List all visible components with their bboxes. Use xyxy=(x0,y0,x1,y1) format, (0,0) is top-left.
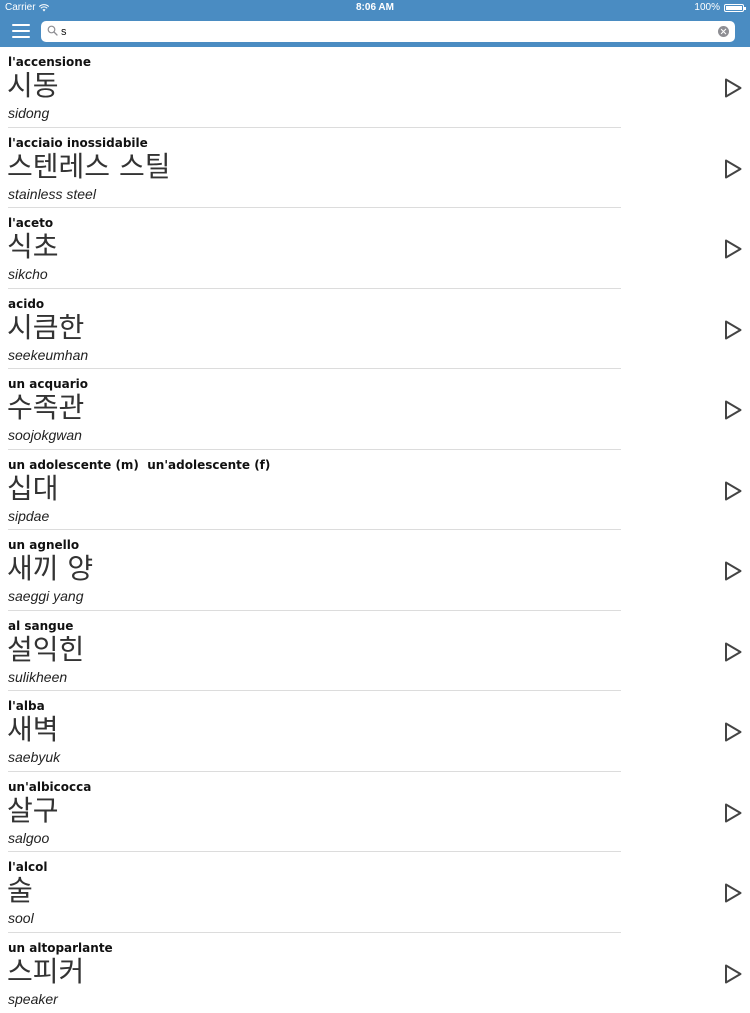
menu-button[interactable] xyxy=(12,22,34,40)
korean-term: 새벽 xyxy=(7,713,59,747)
results-list: l'accensione시동 sidong l'acciaio inossidabi… xyxy=(0,47,750,1013)
romanization: sikcho xyxy=(8,266,48,282)
search-icon xyxy=(47,25,58,36)
play-icon[interactable] xyxy=(723,158,743,180)
play-icon[interactable] xyxy=(723,238,743,260)
search-bar[interactable] xyxy=(41,21,735,42)
italian-term: l'accensione xyxy=(8,55,91,69)
italian-term: al sangue xyxy=(8,619,73,633)
menu-icon-line-3 xyxy=(12,36,30,38)
list-item[interactable]: l'alba새벽 saebyuk xyxy=(0,691,750,772)
romanization: speaker xyxy=(8,991,58,1007)
korean-term: 새끼 양 xyxy=(7,552,93,586)
play-icon[interactable] xyxy=(723,319,743,341)
italian-term: un acquario xyxy=(8,377,88,391)
list-item[interactable]: un acquario수족관 soojokgwan xyxy=(0,369,750,450)
romanization: seekeumhan xyxy=(8,347,88,363)
italian-term: l'acciaio inossidabile xyxy=(8,136,148,150)
romanization: sidong xyxy=(8,105,49,121)
romanization: saeggi yang xyxy=(8,588,84,604)
korean-term: 술 xyxy=(7,874,33,908)
romanization: soojokgwan xyxy=(8,427,82,443)
korean-term: 식초 xyxy=(7,230,59,264)
korean-term: 스피커 xyxy=(7,955,84,989)
romanization: sipdae xyxy=(8,508,49,524)
italian-term: l'aceto xyxy=(8,216,53,230)
italian-term: un altoparlante xyxy=(8,941,113,955)
list-item[interactable]: acido시큼한 seekeumhan xyxy=(0,289,750,370)
play-icon[interactable] xyxy=(723,480,743,502)
romanization: stainless steel xyxy=(8,186,96,202)
romanization: sool xyxy=(8,910,34,926)
list-item[interactable]: l'accensione시동 sidong xyxy=(0,47,750,128)
play-icon[interactable] xyxy=(723,882,743,904)
list-item[interactable]: al sangue설익힌 sulikheen xyxy=(0,611,750,692)
italian-term: l'alba xyxy=(8,699,45,713)
korean-term: 스텐레스 스틸 xyxy=(7,150,170,184)
play-icon[interactable] xyxy=(723,963,743,985)
play-icon[interactable] xyxy=(723,399,743,421)
italian-term: un adolescente (m) un'adolescente (f) xyxy=(8,458,270,472)
romanization: saebyuk xyxy=(8,749,60,765)
play-icon[interactable] xyxy=(723,802,743,824)
status-right: 100% xyxy=(694,2,744,13)
romanization: salgoo xyxy=(8,830,49,846)
nav-bar xyxy=(0,16,750,47)
menu-icon-line-1 xyxy=(12,24,30,26)
list-item[interactable]: l'alcol술 sool xyxy=(0,852,750,933)
romanization: sulikheen xyxy=(8,669,67,685)
korean-term: 살구 xyxy=(7,794,59,828)
italian-term: un agnello xyxy=(8,538,79,552)
play-icon[interactable] xyxy=(723,641,743,663)
list-item[interactable]: l'acciaio inossidabile스텐레스 스틸 stainless s… xyxy=(0,128,750,209)
korean-term: 시동 xyxy=(7,69,59,103)
list-item[interactable]: l'aceto식초 sikcho xyxy=(0,208,750,289)
italian-term: un'albicocca xyxy=(8,780,91,794)
italian-term: l'alcol xyxy=(8,860,47,874)
korean-term: 시큼한 xyxy=(7,311,84,345)
status-time: 8:06 AM xyxy=(0,2,750,13)
korean-term: 수족관 xyxy=(7,391,84,425)
search-input[interactable] xyxy=(61,23,701,40)
korean-term: 설익힌 xyxy=(7,633,84,667)
italian-term: acido xyxy=(8,297,44,311)
battery-percent: 100% xyxy=(694,2,720,13)
status-bar: Carrier 8:06 AM 100% xyxy=(0,0,750,16)
battery-icon xyxy=(724,4,744,12)
list-item[interactable]: un agnello새끼 양 saeggi yang xyxy=(0,530,750,611)
list-item[interactable]: un altoparlante스피커 speaker xyxy=(0,933,750,1013)
play-icon[interactable] xyxy=(723,721,743,743)
korean-term: 십대 xyxy=(7,472,59,506)
play-icon[interactable] xyxy=(723,560,743,582)
list-item[interactable]: un'albicocca살구 salgoo xyxy=(0,772,750,853)
menu-icon-line-2 xyxy=(12,30,30,32)
list-item[interactable]: un adolescente (m) un'adolescente (f)십대 s… xyxy=(0,450,750,531)
clear-search-icon[interactable] xyxy=(718,26,729,37)
play-icon[interactable] xyxy=(723,77,743,99)
